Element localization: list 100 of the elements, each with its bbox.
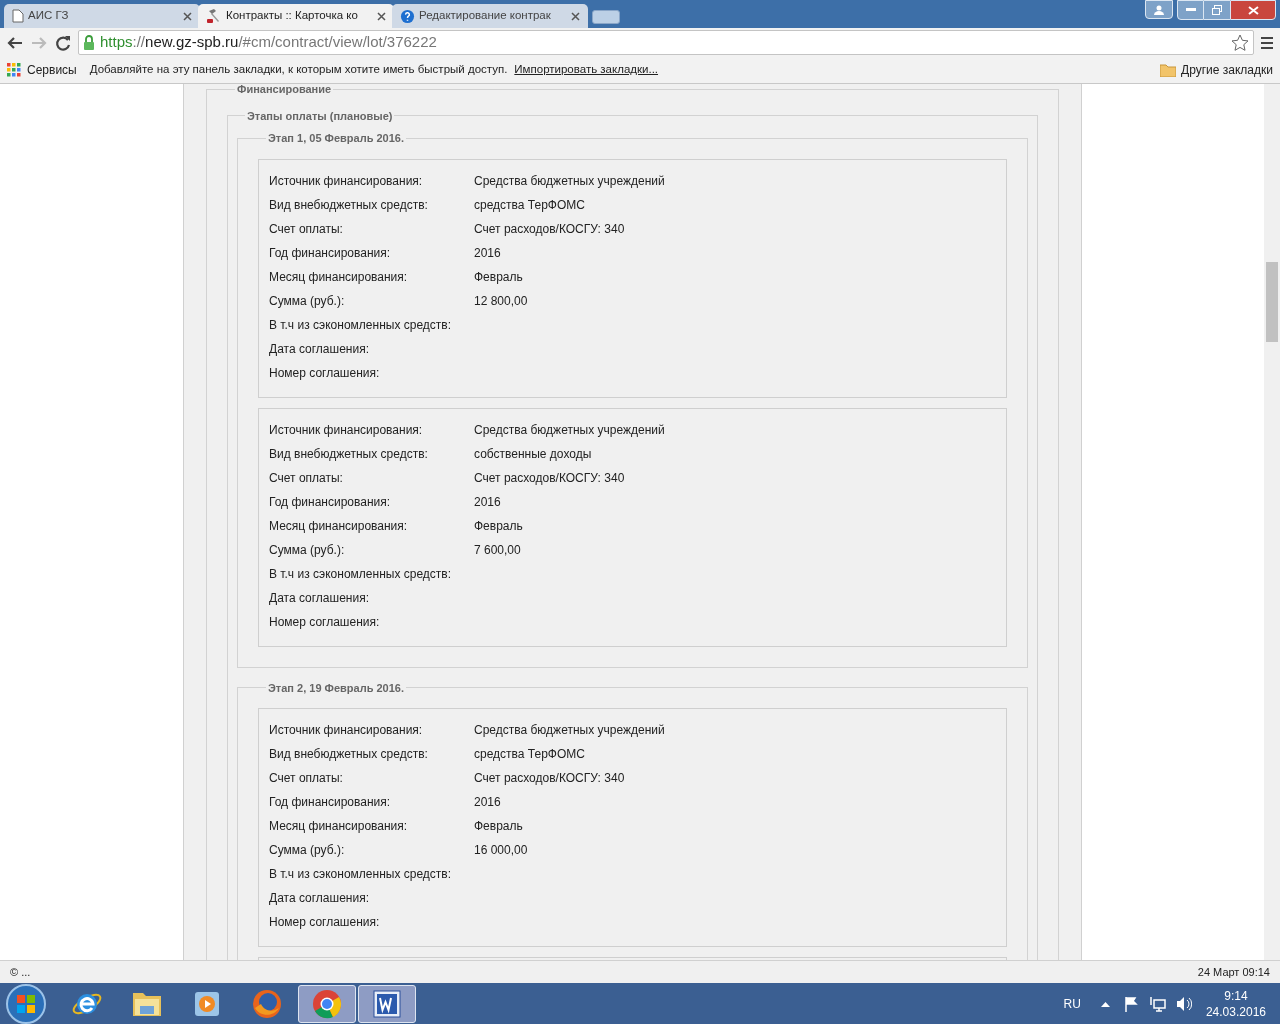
field-label: Сумма (руб.): — [269, 842, 346, 859]
bookmark-link[interactable]: Сервисы — [27, 61, 77, 79]
clock[interactable]: 9:14 24.03.2016 — [1205, 987, 1266, 1020]
field-label: Год финансирования: — [269, 244, 392, 262]
apps-grid-icon[interactable] — [7, 63, 21, 77]
close-icon[interactable] — [182, 10, 192, 22]
bookmark-folder[interactable]: Другие закладки — [1181, 61, 1273, 79]
section-legend: Этап 1, 05 Февраль 2016. — [268, 132, 404, 144]
close-icon[interactable] — [570, 10, 580, 22]
close-icon — [1247, 5, 1259, 15]
windows-logo-icon — [16, 993, 36, 1014]
field-label: Сумма (руб.): — [269, 541, 346, 559]
url-text: https://new.gz-spb.ru/#cm/contract/view/lot/376222 — [100, 32, 438, 53]
field-value: Февраль — [474, 517, 523, 535]
language-indicator[interactable]: RU — [1063, 994, 1081, 1013]
field-label: Счет оплаты: — [269, 469, 344, 487]
user-button[interactable] — [1145, 0, 1173, 19]
tab-title: АИС ГЗ — [28, 8, 70, 24]
field-label: Вид внебюджетных средств: — [269, 196, 429, 214]
field-label: Дата соглашения: — [269, 340, 370, 358]
field-value: средства ТерФОМС — [474, 196, 585, 214]
import-bookmarks-link[interactable]: Импортировать закладки... — [514, 61, 659, 79]
speaker-icon[interactable] — [1175, 995, 1192, 1012]
field-label: Номер соглашения: — [269, 613, 381, 631]
clock-time: 9:14 — [1224, 987, 1248, 1004]
field-value: Февраль — [474, 268, 523, 286]
fox-globe-icon[interactable] — [251, 987, 283, 1020]
field-value: Средства бюджетных учреждений — [474, 172, 665, 190]
scrollbar-thumb[interactable] — [1266, 262, 1278, 342]
taskbar-button[interactable] — [298, 984, 356, 1023]
field-label: Месяц финансирования: — [269, 818, 409, 835]
field-value: Февраль — [474, 818, 523, 835]
network-icon[interactable] — [1149, 995, 1166, 1012]
section-legend: Этапы оплаты (плановые) — [247, 109, 393, 122]
field-label: Источник финансирования: — [269, 421, 424, 439]
tab-title: Редактирование контрак — [419, 8, 552, 24]
field-value: Счет расходов/КОСГУ: 340 — [474, 220, 625, 238]
field-label: Источник финансирования: — [269, 722, 424, 739]
scrollbar[interactable] — [1264, 84, 1280, 960]
field-value: Счет расходов/КОСГУ: 340 — [474, 469, 625, 487]
start-button[interactable] — [6, 983, 46, 1024]
field-label: Сумма (руб.): — [269, 292, 346, 310]
reload-icon[interactable] — [54, 33, 72, 52]
status-datetime: 24 Март 09:14 — [1197, 964, 1270, 980]
help-icon — [400, 8, 415, 24]
minimize-button[interactable] — [1177, 0, 1204, 20]
status-text: © ... — [10, 964, 31, 980]
caret-up-icon[interactable] — [1100, 1000, 1110, 1007]
browser-tab[interactable]: АИС ГЗ — [4, 4, 200, 28]
field-value: 2016 — [474, 244, 501, 262]
browser-tab[interactable]: Редактирование контрак — [392, 4, 588, 28]
field-value: Счет расходов/КОСГУ: 340 — [474, 770, 625, 787]
minimize-icon — [1185, 8, 1196, 12]
field-label: Счет оплаты: — [269, 770, 344, 787]
field-value: 16 000,00 — [474, 842, 528, 859]
field-label: Номер соглашения: — [269, 914, 381, 931]
person-icon — [1154, 4, 1164, 15]
field-label: В т.ч из сэкономленных средств: — [269, 316, 452, 334]
field-value: 2016 — [474, 493, 501, 511]
field-value: 12 800,00 — [474, 292, 528, 310]
restore-icon — [1212, 5, 1222, 15]
close-button[interactable] — [1230, 0, 1276, 20]
field-label: В т.ч из сэкономленных средств: — [269, 866, 452, 883]
close-icon[interactable] — [376, 10, 386, 22]
field-label: Вид внебюджетных средств: — [269, 746, 429, 763]
field-label: Дата соглашения: — [269, 890, 370, 907]
section-legend: Этап 2, 19 Февраль 2016. — [268, 681, 404, 694]
flag-icon[interactable] — [1123, 995, 1140, 1012]
field-label: Источник финансирования: — [269, 172, 424, 190]
star-icon[interactable] — [1231, 33, 1249, 52]
field-label: Год финансирования: — [269, 794, 392, 811]
taskbar-button[interactable] — [358, 984, 416, 1023]
field-label: Номер соглашения: — [269, 364, 381, 382]
field-label: Дата соглашения: — [269, 589, 370, 607]
hammer-icon — [206, 8, 222, 24]
field-value: 2016 — [474, 794, 501, 811]
field-value: собственные доходы — [474, 445, 592, 463]
field-value: Средства бюджетных учреждений — [474, 722, 665, 739]
chrome-icon[interactable] — [311, 987, 343, 1020]
address-bar[interactable]: https://new.gz-spb.ru/#cm/contract/view/lot/376222 — [78, 30, 1254, 55]
field-label: Год финансирования: — [269, 493, 392, 511]
browser-tab[interactable]: Контракты :: Карточка ко — [198, 4, 394, 28]
field-label: Счет оплаты: — [269, 220, 344, 238]
field-value: средства ТерФОМС — [474, 746, 585, 763]
field-label: Вид внебюджетных средств: — [269, 445, 429, 463]
bookmarks-hint: Добавляйте на эту панель закладки, к которым хотите иметь быстрый доступ. — [89, 62, 508, 78]
padlock-icon — [83, 35, 95, 50]
field-label: В т.ч из сэкономленных средств: — [269, 565, 452, 583]
maximize-button[interactable] — [1204, 0, 1230, 20]
field-value: 7 600,00 — [474, 541, 521, 559]
document-w-icon[interactable] — [372, 988, 402, 1019]
section-legend: Финансирование — [237, 84, 332, 95]
field-label: Месяц финансирования: — [269, 268, 409, 286]
field-label: Месяц финансирования: — [269, 517, 409, 535]
clock-date: 24.03.2016 — [1205, 1003, 1266, 1020]
menu-icon[interactable] — [1260, 35, 1274, 50]
tab-title: Контракты :: Карточка ко — [226, 8, 359, 24]
page-icon — [12, 9, 24, 23]
play-icon[interactable] — [193, 989, 221, 1018]
field-value: Средства бюджетных учреждений — [474, 421, 665, 439]
